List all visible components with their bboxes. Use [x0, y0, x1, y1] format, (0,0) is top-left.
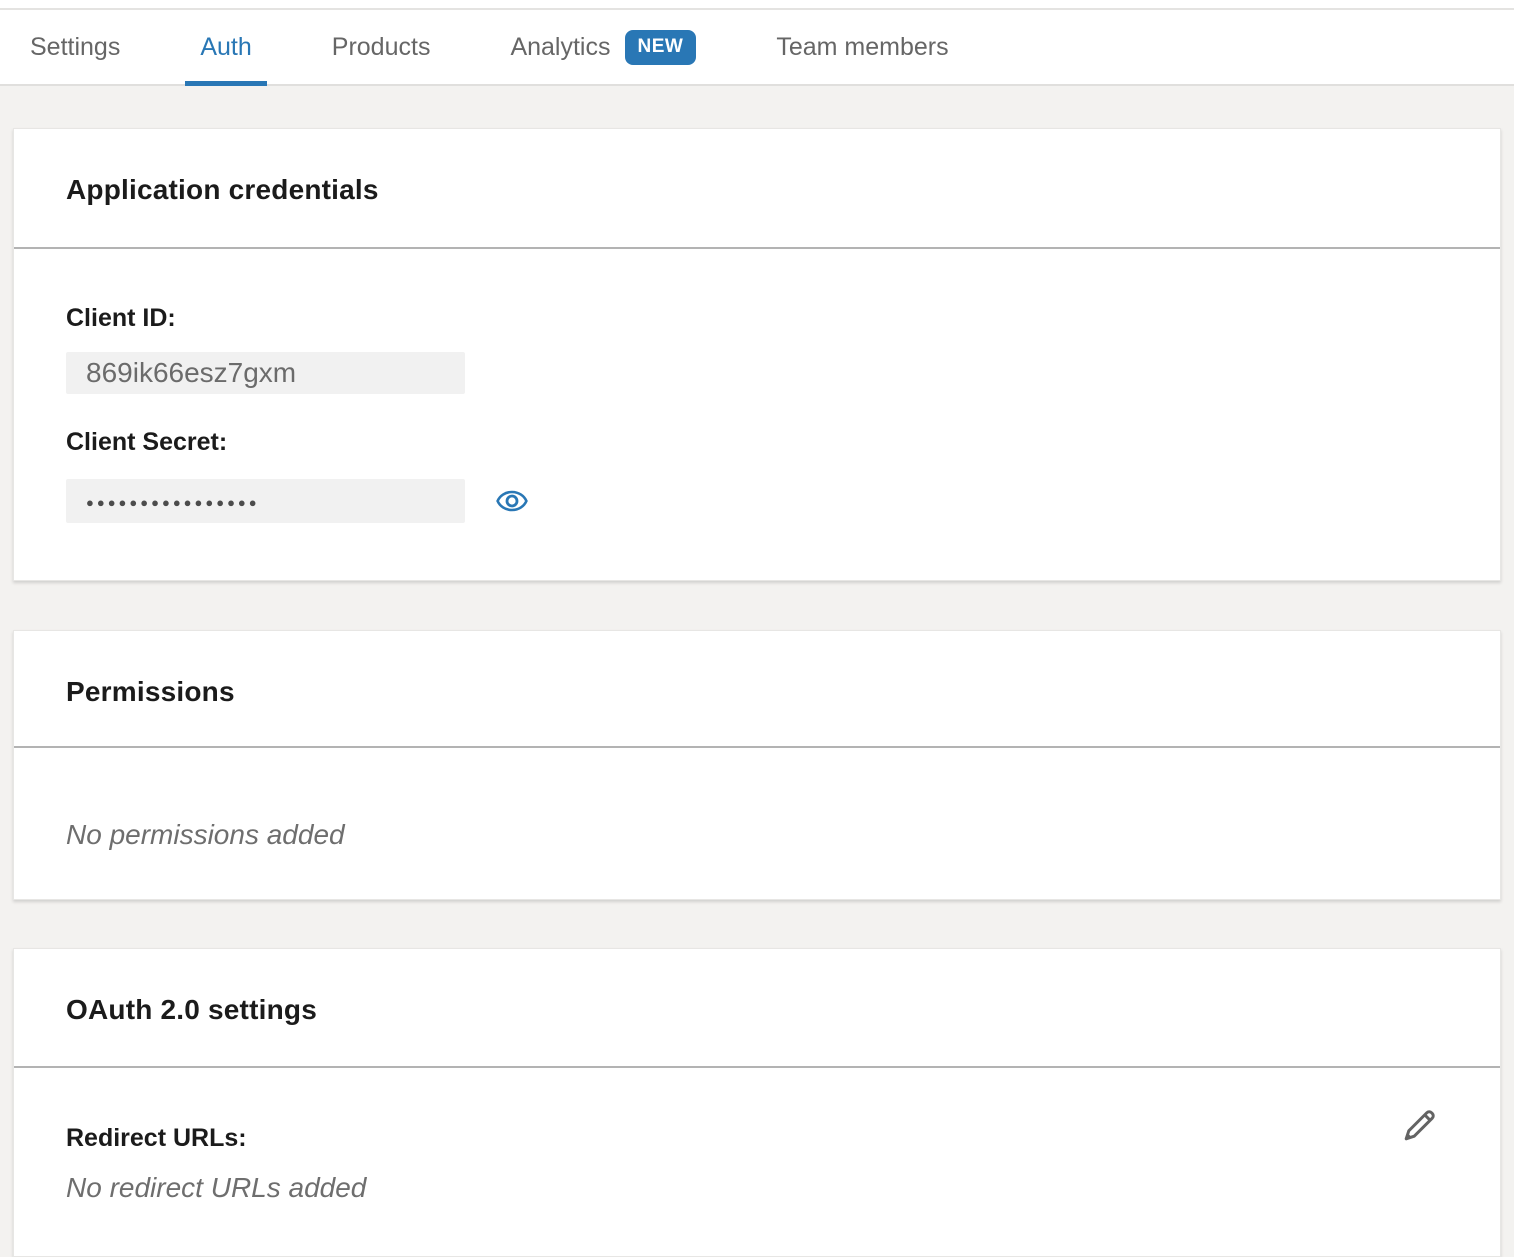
tab-auth[interactable]: Auth: [185, 10, 266, 84]
permissions-body: No permissions added: [14, 748, 1500, 899]
permissions-card: Permissions No permissions added: [13, 630, 1501, 900]
client-secret-label: Client Secret:: [66, 428, 1448, 457]
client-secret-masked-dots: ●●●●●●●●●●●●●●●●: [86, 494, 260, 509]
application-credentials-title: Application credentials: [66, 174, 1448, 206]
client-id-value: 869ik66esz7gxm: [66, 352, 465, 394]
oauth-settings-card: OAuth 2.0 settings Redirect URLs: No red…: [13, 948, 1501, 1257]
application-credentials-card: Application credentials Client ID: 869ik…: [13, 128, 1501, 581]
tab-products-label: Products: [332, 33, 431, 62]
new-badge: NEW: [625, 30, 697, 65]
permissions-title: Permissions: [66, 676, 1448, 708]
tab-settings[interactable]: Settings: [15, 10, 135, 84]
tab-auth-label: Auth: [200, 33, 251, 62]
permissions-header: Permissions: [14, 631, 1500, 746]
redirect-urls-label: Redirect URLs:: [66, 1124, 1448, 1153]
application-credentials-body: Client ID: 869ik66esz7gxm Client Secret:…: [14, 249, 1500, 580]
pencil-icon: [1399, 1103, 1441, 1147]
tab-settings-label: Settings: [30, 33, 120, 62]
client-secret-value: ●●●●●●●●●●●●●●●●: [66, 479, 465, 523]
application-credentials-header: Application credentials: [14, 129, 1500, 247]
client-id-label: Client ID:: [66, 304, 1448, 333]
tab-analytics[interactable]: Analytics NEW: [495, 10, 711, 84]
tab-products[interactable]: Products: [317, 10, 446, 84]
top-strip: [0, 0, 1514, 8]
tab-analytics-label: Analytics: [510, 33, 610, 62]
oauth-settings-body: Redirect URLs: No redirect URLs added: [14, 1068, 1500, 1256]
oauth-settings-header: OAuth 2.0 settings: [14, 949, 1500, 1066]
tab-team-members-label: Team members: [776, 33, 948, 62]
oauth-settings-title: OAuth 2.0 settings: [66, 994, 1448, 1026]
page-content: Application credentials Client ID: 869ik…: [0, 128, 1514, 1257]
no-permissions-text: No permissions added: [66, 819, 1448, 851]
show-secret-button[interactable]: [495, 484, 529, 518]
tab-team-members[interactable]: Team members: [761, 10, 963, 84]
client-secret-row: ●●●●●●●●●●●●●●●●: [66, 479, 1448, 523]
eye-icon: [496, 485, 528, 517]
no-redirect-urls-text: No redirect URLs added: [66, 1172, 1448, 1204]
edit-redirect-urls-button[interactable]: [1398, 1102, 1442, 1148]
tab-bar: Settings Auth Products Analytics NEW Tea…: [0, 8, 1514, 86]
